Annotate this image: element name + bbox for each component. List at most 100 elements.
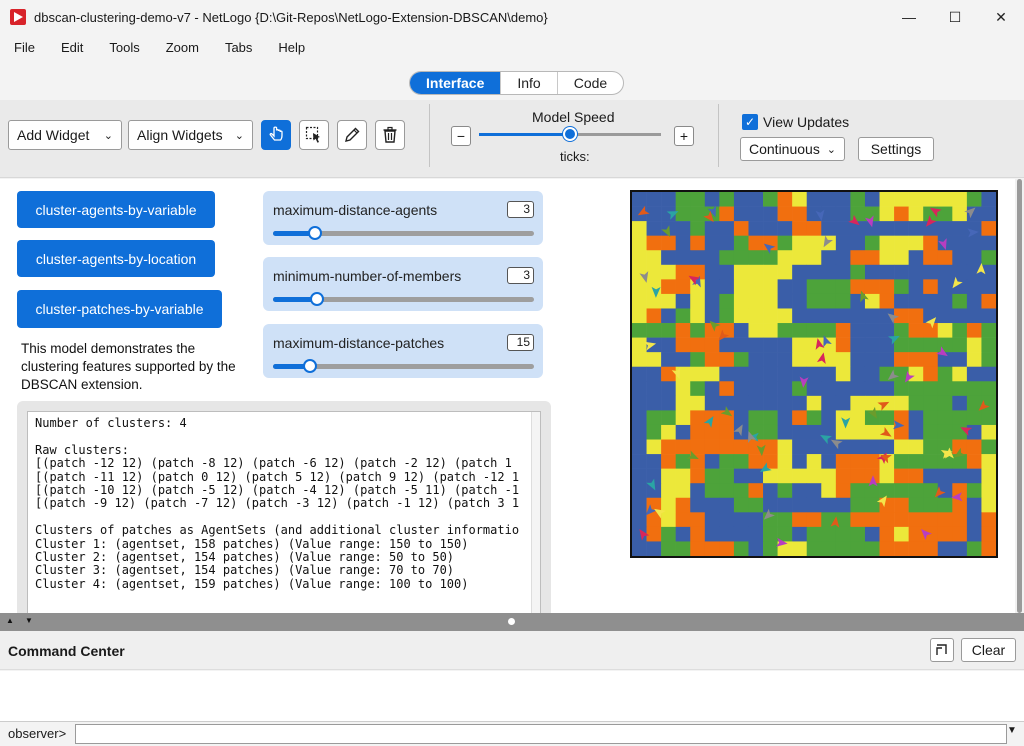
settings-button[interactable]: Settings <box>858 137 934 161</box>
patch <box>966 512 982 528</box>
update-mode-dropdown[interactable]: Continuous ⌄ <box>740 137 845 161</box>
patch <box>850 323 866 338</box>
patch <box>763 381 778 397</box>
select-mode-button[interactable] <box>299 120 329 150</box>
patch <box>879 410 895 426</box>
slider-knob[interactable] <box>307 226 322 240</box>
patch <box>661 323 676 338</box>
command-input[interactable] <box>75 724 1007 744</box>
patch <box>704 279 720 295</box>
patch <box>923 250 939 266</box>
world-view[interactable] <box>630 190 998 558</box>
close-button[interactable]: ✕ <box>978 0 1024 34</box>
patch <box>704 395 720 411</box>
slider-maximum-distance-agents[interactable]: maximum-distance-agents 3 <box>263 191 543 245</box>
menu-help[interactable]: Help <box>270 40 313 55</box>
tab-info[interactable]: Info <box>501 72 558 94</box>
divider-handle[interactable] <box>508 618 515 625</box>
observer-label[interactable]: observer> <box>8 726 66 741</box>
patch <box>792 264 808 280</box>
output-text: Number of clusters: 4 Raw clusters: [(pa… <box>35 416 520 591</box>
model-speed-knob[interactable] <box>563 127 577 141</box>
patch <box>748 221 764 236</box>
slider-knob[interactable] <box>310 292 325 306</box>
patch <box>704 250 720 266</box>
align-widgets-dropdown[interactable]: Align Widgets ⌄ <box>128 120 253 150</box>
interface-scrollbar[interactable] <box>1015 179 1024 613</box>
cluster-patches-by-variable-button[interactable]: cluster-patches-by-variable <box>17 290 222 328</box>
patch <box>850 381 866 397</box>
cluster-agents-by-location-button[interactable]: cluster-agents-by-location <box>17 240 215 277</box>
edit-mode-button[interactable] <box>337 120 367 150</box>
patch <box>763 366 778 382</box>
patch <box>835 337 851 353</box>
pane-divider[interactable]: ▲ ▼ <box>0 613 1024 631</box>
patch <box>937 526 953 542</box>
patch <box>704 468 720 484</box>
tab-code[interactable]: Code <box>558 72 623 94</box>
patch <box>675 395 691 411</box>
patch <box>821 206 837 222</box>
speed-increase-button[interactable]: + <box>674 126 694 146</box>
patch <box>981 410 996 426</box>
delete-mode-button[interactable] <box>375 120 405 150</box>
expand-up-icon[interactable]: ▲ <box>6 616 14 625</box>
patch <box>879 323 895 338</box>
slider-knob[interactable] <box>302 359 317 373</box>
patch <box>690 483 706 499</box>
maximize-button[interactable]: ☐ <box>932 0 978 34</box>
minimize-button[interactable]: — <box>886 0 932 34</box>
menu-tools[interactable]: Tools <box>101 40 147 55</box>
patch <box>646 381 662 397</box>
menu-file[interactable]: File <box>6 40 43 55</box>
view-updates-checkbox[interactable]: ✓ <box>742 114 758 130</box>
patch <box>908 264 924 280</box>
menu-zoom[interactable]: Zoom <box>158 40 207 55</box>
patch <box>719 512 735 528</box>
slider-track[interactable] <box>273 226 534 240</box>
patch <box>675 192 691 207</box>
select-cursor-icon <box>305 126 320 143</box>
collapse-down-icon[interactable]: ▼ <box>25 616 33 625</box>
patch <box>646 424 662 440</box>
speed-decrease-button[interactable]: − <box>451 126 471 146</box>
slider-value[interactable]: 15 <box>507 334 534 351</box>
interact-mode-button[interactable] <box>261 120 291 150</box>
menu-edit[interactable]: Edit <box>53 40 91 55</box>
patch <box>719 250 735 266</box>
menu-tabs[interactable]: Tabs <box>217 40 260 55</box>
patch <box>908 352 924 368</box>
output-area[interactable]: Number of clusters: 4 Raw clusters: [(pa… <box>27 411 541 613</box>
patch <box>719 541 735 556</box>
patch <box>937 337 953 353</box>
patch <box>894 221 909 236</box>
output-scrollbar[interactable] <box>531 412 540 613</box>
model-speed-label: Model Speed <box>532 109 615 125</box>
patch <box>661 483 676 499</box>
scrollbar-thumb[interactable] <box>1017 179 1022 613</box>
patch <box>806 366 822 382</box>
clear-button[interactable]: Clear <box>961 638 1016 662</box>
pop-out-button[interactable] <box>930 638 954 662</box>
model-speed-slider[interactable] <box>479 127 661 141</box>
slider-maximum-distance-patches[interactable]: maximum-distance-patches 15 <box>263 324 543 378</box>
patch <box>704 439 720 455</box>
cluster-agents-by-variable-button[interactable]: cluster-agents-by-variable <box>17 191 215 228</box>
slider-track[interactable] <box>273 359 534 373</box>
chevron-down-icon[interactable]: ▼ <box>1007 725 1017 736</box>
slider-minimum-number-of-members[interactable]: minimum-number-of-members 3 <box>263 257 543 311</box>
patch <box>908 235 924 251</box>
add-widget-dropdown[interactable]: Add Widget ⌄ <box>8 120 122 150</box>
slider-value[interactable]: 3 <box>507 267 534 284</box>
patch <box>675 221 691 236</box>
patch <box>908 497 924 513</box>
slider-value[interactable]: 3 <box>507 201 534 218</box>
patch <box>661 424 676 440</box>
patch <box>646 264 662 280</box>
patch <box>704 526 720 542</box>
slider-track[interactable] <box>273 292 534 306</box>
patch <box>981 439 996 455</box>
tab-interface[interactable]: Interface <box>410 72 502 94</box>
patch <box>763 308 778 324</box>
patch <box>952 192 968 207</box>
